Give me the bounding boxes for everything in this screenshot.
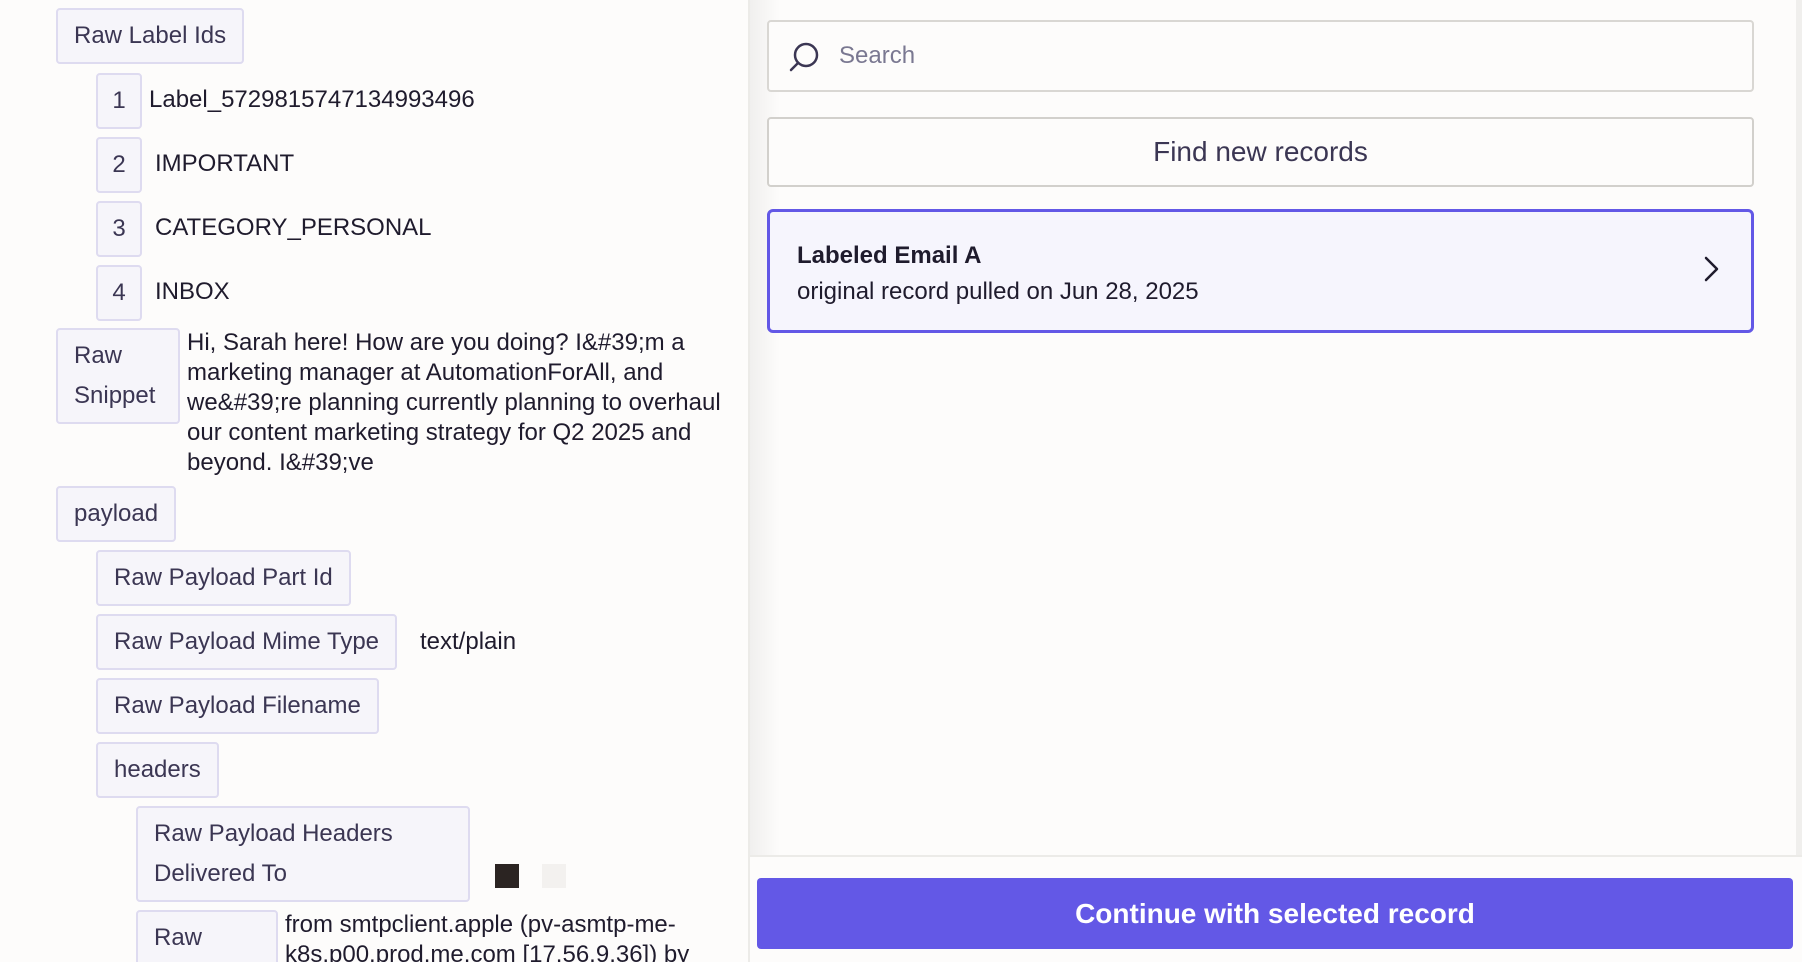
raw-payload-filename-label: Raw Payload Filename bbox=[114, 692, 361, 719]
continue-with-selected-record-button[interactable]: Continue with selected record bbox=[757, 878, 1793, 949]
raw-label-ids-label: Raw Label Ids bbox=[74, 22, 227, 49]
raw-payload-part-id-label: Raw Payload Part Id bbox=[114, 564, 333, 591]
raw-snippet-key: Raw Snippet bbox=[56, 328, 180, 424]
raw-payload-part-id-key: Raw Payload Part Id bbox=[96, 550, 351, 606]
headers-key: headers bbox=[96, 742, 219, 798]
raw-payload-headers-delivered-to-key: Raw Payload Headers Delivered To bbox=[136, 806, 470, 902]
raw-payload-mime-type-label: Raw Payload Mime Type bbox=[114, 628, 380, 655]
find-new-records-button[interactable]: Find new records bbox=[767, 117, 1754, 187]
headers-label: headers bbox=[114, 756, 201, 783]
label-index-4: 4 bbox=[96, 265, 142, 321]
search-icon bbox=[789, 42, 819, 72]
raw-header-label: Raw bbox=[154, 924, 203, 951]
footer-divider bbox=[750, 855, 1802, 857]
raw-payload-mime-type-key: Raw Payload Mime Type bbox=[96, 614, 398, 670]
search-box[interactable] bbox=[767, 20, 1754, 92]
label-id-value-2: IMPORTANT bbox=[155, 150, 295, 177]
raw-snippet-value: Hi, Sarah here! How are you doing? I&#39… bbox=[187, 329, 721, 476]
raw-header-value: from smtpclient.apple (pv-asmtp-me-k8s.p… bbox=[285, 911, 690, 962]
raw-payload-mime-type-value: text/plain bbox=[420, 628, 517, 655]
label-id-value-1: Label_5729815747134993496 bbox=[149, 86, 475, 113]
raw-header-key: Raw bbox=[136, 910, 278, 962]
redacted-value-block bbox=[495, 864, 519, 888]
record-details-panel: Raw Label Ids 1 Label_572981574713499349… bbox=[0, 0, 748, 962]
label-index-1: 1 bbox=[96, 73, 142, 129]
record-subtitle: original record pulled on Jun 28, 2025 bbox=[797, 278, 1199, 305]
scrollbar-track[interactable] bbox=[1796, 0, 1802, 855]
record-title: Labeled Email A bbox=[797, 242, 982, 269]
payload-key: payload bbox=[56, 486, 177, 542]
record-card-selected[interactable]: Labeled Email A original record pulled o… bbox=[767, 209, 1754, 333]
label-index-2: 2 bbox=[96, 137, 142, 193]
label-id-value-4: INBOX bbox=[155, 278, 230, 305]
raw-snippet-label: Raw Snippet bbox=[74, 342, 156, 409]
payload-label: payload bbox=[74, 500, 159, 527]
label-id-value-3: CATEGORY_PERSONAL bbox=[155, 214, 432, 241]
label-index-3: 3 bbox=[96, 201, 142, 257]
search-input[interactable] bbox=[839, 34, 1719, 78]
raw-label-ids-key: Raw Label Ids bbox=[56, 8, 245, 64]
raw-payload-headers-delivered-to-label: Raw Payload Headers Delivered To bbox=[154, 820, 393, 887]
raw-payload-filename-key: Raw Payload Filename bbox=[96, 678, 379, 734]
chevron-right-icon bbox=[1704, 256, 1719, 282]
redacted-value-block-light bbox=[542, 864, 566, 888]
